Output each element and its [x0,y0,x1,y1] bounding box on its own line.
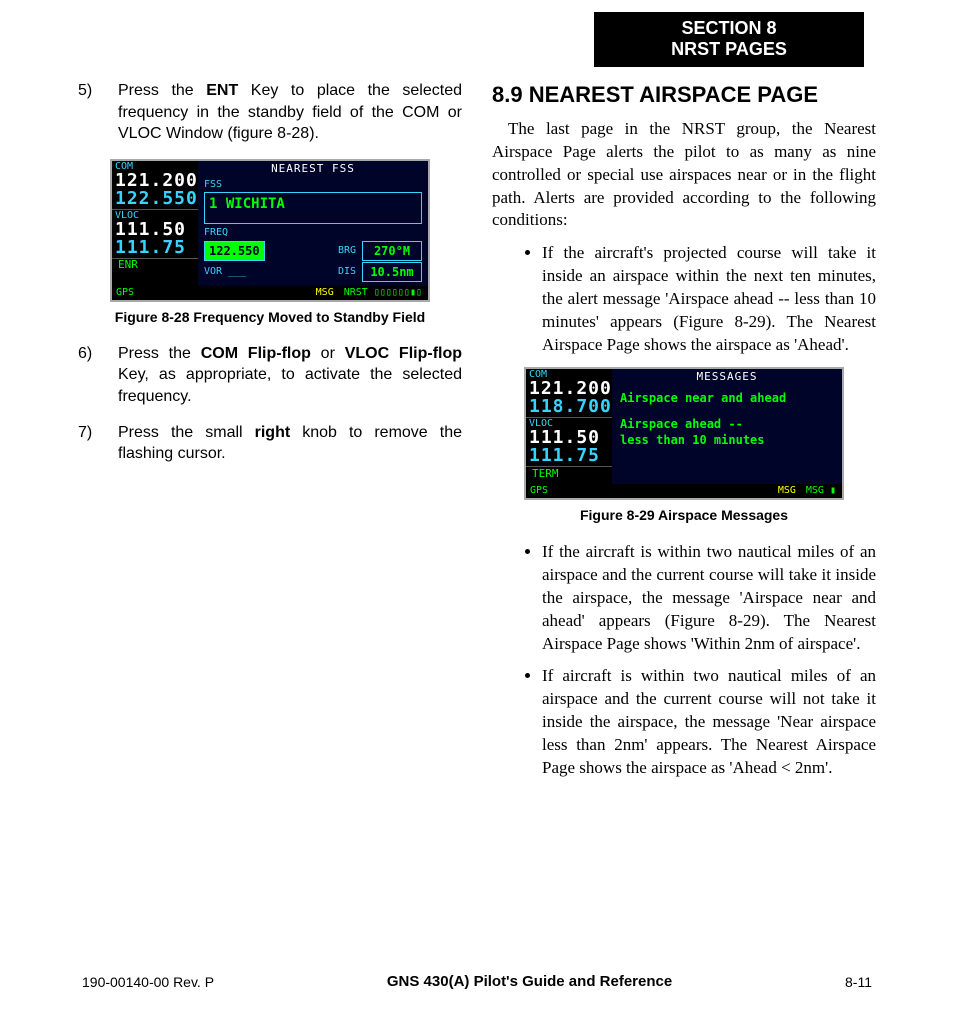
page-footer: 190-00140-00 Rev. P GNS 430(A) Pilot's G… [0,973,954,990]
gps-status-bar-29: GPS MSG MSG ▮ [526,484,842,498]
messages-body: Airspace near and ahead Airspace ahead -… [612,386,842,484]
section-line2: NRST PAGES [594,39,864,60]
step-7-body: Press the small right knob to remove the… [118,422,462,465]
figure-8-28-gps: COM 121.200 122.550 VLOC 111.50 111.75 E… [110,159,430,302]
gps-left-panel: COM 121.200 122.550 VLOC 111.50 111.75 E… [112,161,198,286]
footer-left: 190-00140-00 Rev. P [82,974,214,990]
section-8-9-heading: 8.9 NEAREST AIRSPACE PAGE [492,80,876,110]
step-6-number: 6) [78,343,118,408]
gps-right-panel: NEAREST FSS FSS 1 WICHITA FREQ 122.550 B… [198,161,428,286]
left-column: 5) Press the ENT Key to place the select… [78,80,462,790]
footer-right: 8-11 [845,974,872,990]
bullet-2: If the aircraft is within two nautical m… [542,541,876,656]
section-header-tab: SECTION 8 NRST PAGES [594,12,864,67]
step-5-number: 5) [78,80,118,145]
footer-mid: GNS 430(A) Pilot's Guide and Reference [387,973,672,990]
figure-8-29-caption: Figure 8-29 Airspace Messages [492,506,876,525]
right-column: 8.9 NEAREST AIRSPACE PAGE The last page … [492,80,876,790]
condition-bullets-bottom: If the aircraft is within two nautical m… [492,541,876,780]
figure-8-29-gps: COM 121.200 118.700 VLOC 111.50 111.75 T… [524,367,844,500]
intro-paragraph: The last page in the NRST group, the Nea… [492,118,876,233]
step-7: 7) Press the small right knob to remove … [78,422,462,465]
condition-bullets-top: If the aircraft's projected course will … [492,242,876,357]
figure-8-28-caption: Figure 8-28 Frequency Moved to Standby F… [78,308,462,327]
step-6-body: Press the COM Flip-flop or VLOC Flip-flo… [118,343,462,408]
step-7-number: 7) [78,422,118,465]
step-5: 5) Press the ENT Key to place the select… [78,80,462,145]
section-line1: SECTION 8 [594,18,864,39]
step-5-body: Press the ENT Key to place the selected … [118,80,462,145]
step-6: 6) Press the COM Flip-flop or VLOC Flip-… [78,343,462,408]
gps-right-panel-29: MESSAGES Airspace near and ahead Airspac… [612,369,842,484]
gps-left-panel-29: COM 121.200 118.700 VLOC 111.50 111.75 T… [526,369,612,484]
bullet-1: If the aircraft's projected course will … [542,242,876,357]
bullet-3: If aircraft is within two nautical miles… [542,665,876,780]
gps-status-bar: GPS MSG NRST ▯▯▯▯▯▯▮▯ [112,286,428,300]
